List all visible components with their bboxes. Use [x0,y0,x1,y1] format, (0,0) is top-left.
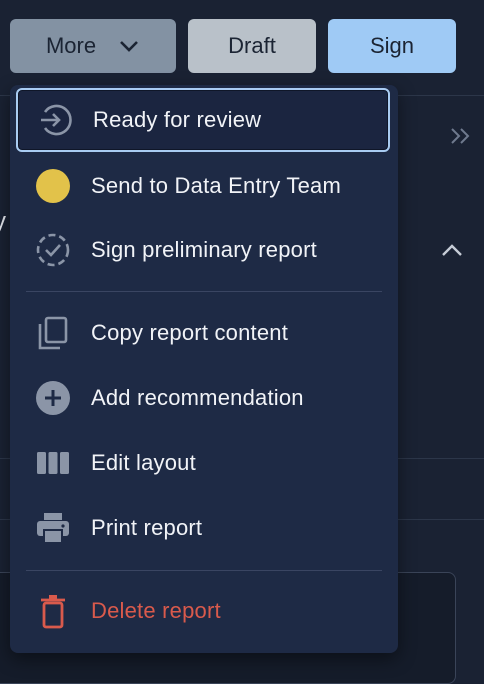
trash-icon [35,593,71,629]
menu-item-label: Copy report content [91,320,289,345]
menu-divider [26,570,382,571]
menu-item-label: Sign preliminary report [91,237,317,262]
sign-button-label: Sign [369,33,415,58]
sign-button[interactable]: Sign [328,19,456,73]
menu-item-send-to-data-entry[interactable]: Send to Data Entry Team [16,154,390,218]
menu-item-label: Delete report [91,598,221,623]
menu-item-delete-report[interactable]: Delete report [16,579,390,643]
plus-circle-icon [35,380,71,416]
menu-item-label: Add recommendation [91,385,304,410]
columns-icon [35,445,71,481]
chevron-up-icon[interactable] [440,240,464,260]
draft-button-label: Draft [228,33,276,58]
more-button-label: More [45,33,97,58]
menu-item-add-recommendation[interactable]: Add recommendation [16,366,390,430]
more-button[interactable]: More [10,19,176,73]
menu-divider [26,291,382,292]
background-text-fragment: y [0,208,6,235]
dashed-check-circle-icon [35,232,71,268]
menu-item-copy-report[interactable]: Copy report content [16,301,390,365]
menu-item-edit-layout[interactable]: Edit layout [16,431,390,495]
menu-item-label: Send to Data Entry Team [91,173,341,198]
more-dropdown-menu: Ready for review Send to Data Entry Team… [10,85,398,653]
menu-item-ready-for-review[interactable]: Ready for review [16,88,390,152]
menu-item-label: Edit layout [91,450,196,475]
arrow-circle-right-icon [37,102,73,138]
menu-item-print-report[interactable]: Print report [16,496,390,560]
double-chevron-right-icon[interactable] [449,126,473,146]
draft-button[interactable]: Draft [188,19,316,73]
menu-item-label: Ready for review [93,107,262,132]
printer-icon [35,510,71,546]
menu-item-label: Print report [91,515,203,540]
chevron-down-icon [120,41,138,52]
yellow-dot-icon [35,168,71,204]
menu-item-sign-preliminary[interactable]: Sign preliminary report [16,218,390,282]
copy-icon [35,315,71,351]
